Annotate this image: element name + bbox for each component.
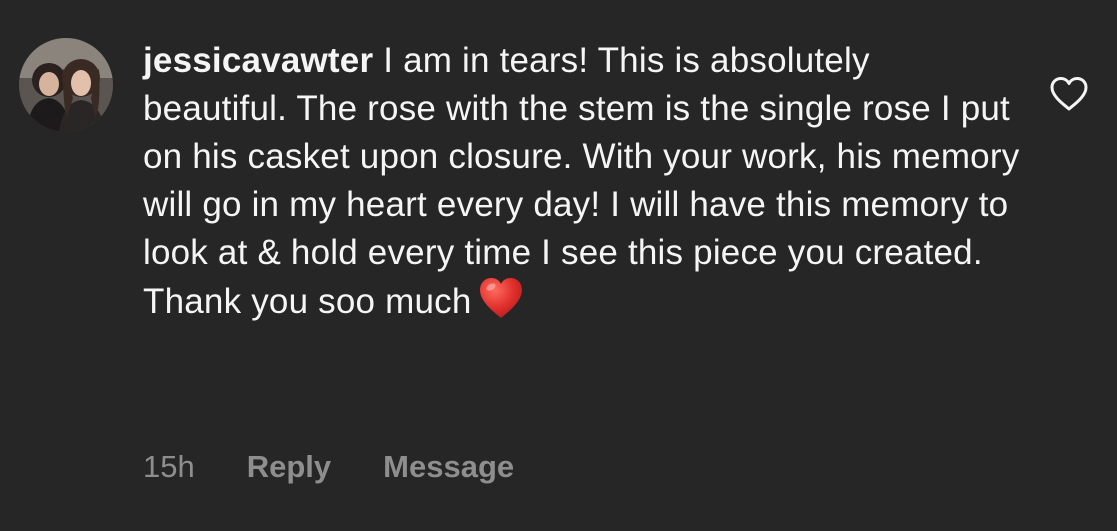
avatar[interactable] — [19, 38, 113, 132]
reply-button[interactable]: Reply — [247, 447, 331, 487]
message-button[interactable]: Message — [383, 447, 514, 487]
comment-username[interactable]: jessicavawter — [143, 41, 373, 80]
comment-body: jessicavawter I am in tears! This is abs… — [143, 37, 1023, 332]
comment-actions: 15h Reply Message — [143, 447, 514, 487]
comment-text: I am in tears! This is absolutely beauti… — [143, 41, 1020, 321]
comment-time: 15h — [143, 449, 195, 484]
red-heart-icon — [478, 277, 524, 332]
heart-outline-icon[interactable] — [1049, 76, 1089, 112]
